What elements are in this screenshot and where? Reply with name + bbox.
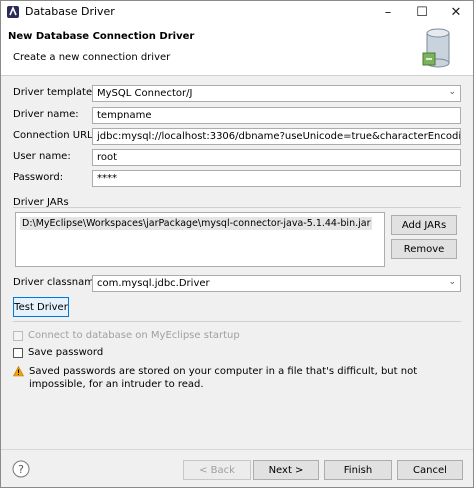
driver-classname-label: Driver classname: [13, 277, 104, 288]
maximize-button[interactable]: ☐ [405, 1, 439, 23]
svg-text:?: ? [18, 463, 24, 476]
test-driver-button[interactable]: Test Driver [13, 297, 69, 317]
title-bar: Database Driver – ☐ ✕ [1, 1, 473, 23]
driver-classname-value: com.mysql.jdbc.Driver [97, 278, 210, 289]
driver-classname-select[interactable]: com.mysql.jdbc.Driver ⌄ [92, 275, 461, 292]
warning-icon [13, 366, 24, 377]
save-password-checkbox[interactable] [13, 348, 23, 358]
connect-startup-label: Connect to database on MyEclipse startup [28, 330, 240, 341]
password-input[interactable]: **** [92, 170, 461, 187]
finish-button[interactable]: Finish [324, 460, 392, 480]
list-item[interactable]: D:\MyEclipse\Workspaces\jarPackage\mysql… [20, 217, 373, 230]
user-name-input[interactable]: root [92, 149, 461, 166]
next-button[interactable]: Next > [253, 460, 319, 480]
window-title: Database Driver [25, 5, 115, 18]
divider [13, 321, 461, 322]
minimize-button[interactable]: – [371, 1, 405, 23]
footer-divider [1, 449, 473, 450]
divider [13, 207, 461, 208]
connection-url-input[interactable]: jdbc:mysql://localhost:3306/dbname?useUn… [92, 128, 461, 145]
save-password-label: Save password [28, 347, 104, 358]
remove-button[interactable]: Remove [391, 239, 457, 259]
chevron-down-icon: ⌄ [448, 277, 456, 287]
wizard-header: New Database Connection Driver Create a … [1, 23, 473, 76]
close-button[interactable]: ✕ [439, 1, 473, 23]
header-title: New Database Connection Driver [8, 31, 195, 42]
driver-name-label: Driver name: [13, 109, 79, 120]
help-icon[interactable]: ? [12, 460, 30, 478]
driver-jars-list[interactable]: D:\MyEclipse\Workspaces\jarPackage\mysql… [15, 212, 385, 267]
back-button[interactable]: < Back [183, 460, 251, 480]
warning-message: Saved passwords are stored on your compu… [29, 366, 418, 390]
user-name-label: User name: [13, 151, 71, 162]
eclipse-icon [7, 5, 19, 18]
connect-startup-checkbox[interactable] [13, 331, 23, 341]
password-label: Password: [13, 172, 64, 183]
connection-url-label: Connection URL: [13, 130, 96, 141]
chevron-down-icon: ⌄ [448, 87, 456, 97]
header-subtitle: Create a new connection driver [13, 52, 171, 63]
driver-template-value: MySQL Connector/J [97, 88, 193, 99]
cancel-button[interactable]: Cancel [397, 460, 463, 480]
database-driver-dialog: Database Driver – ☐ ✕ New Database Conne… [0, 0, 474, 488]
driver-name-input[interactable]: tempname [92, 107, 461, 124]
driver-template-label: Driver template: [13, 87, 96, 98]
driver-template-select[interactable]: MySQL Connector/J ⌄ [92, 85, 461, 102]
add-jars-button[interactable]: Add JARs [391, 215, 457, 235]
database-icon [422, 28, 450, 68]
